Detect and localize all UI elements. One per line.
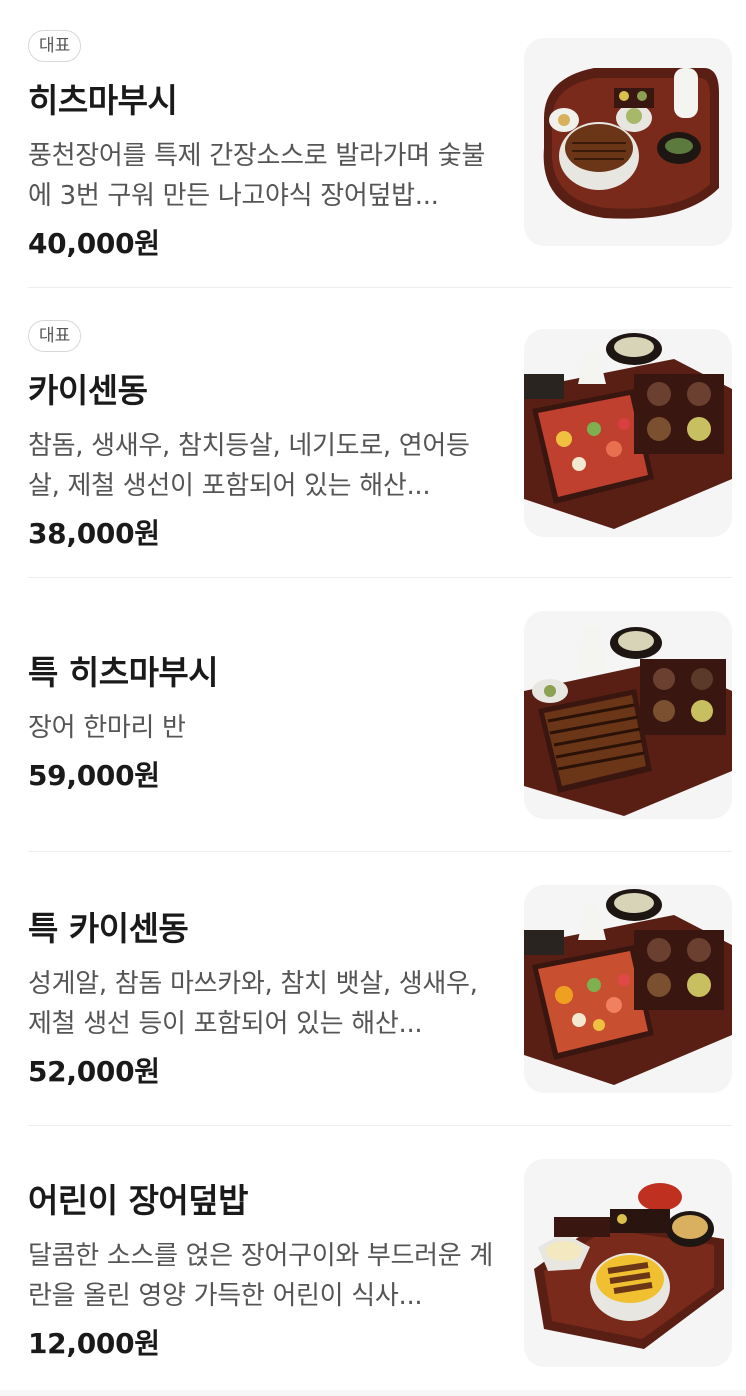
menu-item-price: 12,000원 [28,1327,160,1360]
menu-list: 대표 히츠마부시 풍천장어를 특제 간장소스로 발라가며 숯불에 3번 구워 만… [0,0,746,1396]
menu-item-description: 장어 한마리 반 [28,713,186,743]
menu-item-kaisendon[interactable]: 대표 카이센동 참돔, 생새우, 참치등살, 네기도로, 연어등살, 제철 생선… [28,288,732,578]
menu-item-price: 40,000원 [28,227,160,260]
menu-item-description: 성게알, 참돔 마쓰카와, 참치 뱃살, 생새우, 제철 생선 등이 포함되어 … [28,969,478,1039]
bottom-edge [0,1390,746,1396]
menu-item-description: 참돔, 생새우, 참치등살, 네기도로, 연어등살, 제철 생선이 포함되어 있… [28,431,470,501]
menu-item-kids-eel-rice[interactable]: 어린이 장어덮밥 달콤한 소스를 얹은 장어구이와 부드러운 계란을 올린 영양… [28,1126,732,1396]
special-kaisendon-food-image [524,885,732,1093]
menu-item-description: 풍천장어를 특제 간장소스로 발라가며 숯불에 3번 구워 만든 나고야식 장어… [28,141,486,211]
menu-item-price: 38,000원 [28,517,160,550]
menu-item-price: 59,000원 [28,759,160,792]
menu-item-name: 특 카이센동 [28,909,189,948]
menu-item-name: 특 히츠마부시 [28,653,219,692]
signature-badge: 대표 [28,320,82,352]
menu-item-price: 52,000원 [28,1055,160,1088]
signature-badge: 대표 [28,30,82,62]
menu-item-hitsumabushi[interactable]: 대표 히츠마부시 풍천장어를 특제 간장소스로 발라가며 숯불에 3번 구워 만… [28,0,732,288]
menu-item-description: 달콤한 소스를 얹은 장어구이와 부드러운 계란을 올린 영양 가득한 어린이 … [28,1241,493,1311]
menu-item-name: 카이센동 [28,371,148,410]
kids-eel-rice-food-image [524,1159,732,1367]
hitsumabushi-food-image [524,38,732,246]
menu-item-name: 히츠마부시 [28,81,178,120]
menu-item-special-hitsumabushi[interactable]: 특 히츠마부시 장어 한마리 반 59,000원 [28,578,732,852]
special-hitsumabushi-food-image [524,611,732,819]
kaisendon-food-image [524,329,732,537]
menu-item-special-kaisendon[interactable]: 특 카이센동 성게알, 참돔 마쓰카와, 참치 뱃살, 생새우, 제철 생선 등… [28,852,732,1126]
menu-item-name: 어린이 장어덮밥 [28,1181,249,1220]
